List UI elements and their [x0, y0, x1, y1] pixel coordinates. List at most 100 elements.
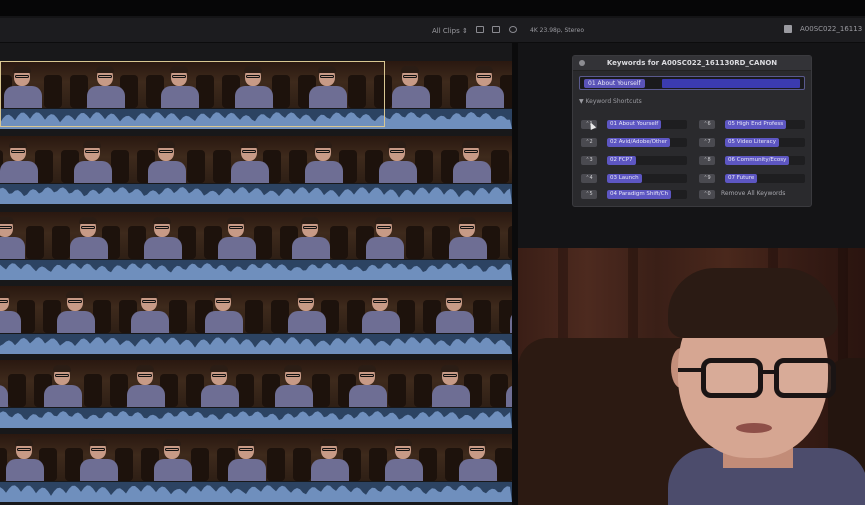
clip-thumbnail[interactable] — [370, 61, 446, 108]
clip-thumbnail[interactable] — [142, 61, 218, 108]
clip-thumbnail[interactable] — [352, 212, 428, 259]
shortcut-key: ⌃8 — [699, 156, 715, 165]
keyword-field[interactable]: 01 About Yourself — [579, 76, 805, 90]
shortcut-keyword-label: 04 Paradigm Shift/Ch — [607, 190, 672, 199]
clip-thumbnail[interactable] — [441, 434, 512, 481]
clip-thumbnail[interactable] — [137, 434, 213, 481]
shortcut-slot[interactable]: 06 Community/Ecosy — [725, 156, 805, 165]
clip-thumbnail[interactable] — [495, 286, 512, 333]
clip-thumbnail[interactable] — [213, 434, 289, 481]
filmstrip[interactable] — [0, 434, 512, 481]
audio-waveform — [0, 482, 512, 502]
keyword-shortcut-row[interactable]: ⌃7 05 Video Literacy — [699, 138, 809, 148]
shortcut-slot[interactable]: 04 Paradigm Shift/Ch — [607, 190, 687, 199]
clip-thumbnail[interactable] — [343, 286, 419, 333]
keyword-shortcut-row[interactable]: ⌃2 02 Avid/Adobe/Other — [581, 138, 691, 148]
clip-filmstrip-row[interactable] — [0, 360, 512, 432]
clip-thumbnail[interactable] — [191, 286, 267, 333]
clip-thumbnail[interactable] — [289, 434, 365, 481]
keyword-shortcut-row[interactable]: ⌃3 02 FCP7 — [581, 156, 691, 166]
audio-waveform — [0, 260, 512, 280]
keyword-token[interactable]: 01 About Yourself — [584, 79, 645, 88]
keyword-shortcut-row[interactable]: ⌃8 06 Community/Ecosy — [699, 156, 809, 166]
remove-all-keywords-button[interactable]: Remove All Keywords — [721, 190, 785, 197]
keyword-shortcut-row[interactable]: ⌃4 03 Launch — [581, 174, 691, 184]
clip-thumbnail[interactable] — [182, 360, 258, 407]
filmstrip[interactable] — [0, 286, 512, 333]
clip-thumbnail[interactable] — [66, 61, 142, 108]
viewer[interactable] — [518, 248, 865, 505]
clip-thumbnail[interactable] — [419, 286, 495, 333]
shortcut-keyword-label: 01 About Yourself — [607, 120, 662, 129]
shortcut-slot[interactable]: 02 FCP7 — [607, 156, 687, 165]
clip-thumbnail[interactable] — [0, 434, 61, 481]
clip-thumbnail[interactable] — [294, 61, 370, 108]
keyword-shortcut-row[interactable]: ⌃1 01 About Yourself — [581, 120, 691, 130]
clip-thumbnail[interactable] — [0, 360, 30, 407]
clip-thumbnail[interactable] — [124, 212, 200, 259]
shortcut-slot[interactable]: 02 Avid/Adobe/Other — [607, 138, 687, 147]
clip-appearance-icon[interactable] — [492, 26, 500, 33]
clip-thumbnail[interactable] — [0, 136, 57, 183]
filmstrip[interactable] — [0, 360, 512, 407]
clip-thumbnail[interactable] — [209, 136, 285, 183]
clip-thumbnail[interactable] — [48, 212, 124, 259]
audio-waveform — [0, 334, 512, 354]
keyword-field-selection — [662, 79, 800, 88]
clip-thumbnail[interactable] — [365, 434, 441, 481]
viewer-clip-name: A00SC022_16113 — [800, 25, 863, 33]
clip-thumbnail[interactable] — [218, 61, 294, 108]
shortcut-keyword-label: 07 Future — [725, 174, 758, 183]
clip-thumbnail[interactable] — [115, 286, 191, 333]
clip-thumbnail[interactable] — [446, 61, 512, 108]
clip-thumbnail[interactable] — [285, 136, 361, 183]
clip-thumbnail[interactable] — [437, 136, 512, 183]
clip-thumbnail[interactable] — [133, 136, 209, 183]
clip-thumbnail[interactable] — [39, 286, 115, 333]
clip-filmstrip-row[interactable] — [0, 61, 512, 133]
audio-waveform — [0, 408, 512, 428]
clip-filmstrip-row[interactable] — [0, 434, 512, 505]
clip-filter-popup[interactable]: All Clips ⇕ — [432, 27, 468, 35]
event-browser[interactable] — [0, 43, 512, 505]
clip-thumbnail[interactable] — [0, 286, 39, 333]
clip-thumbnail[interactable] — [504, 212, 512, 259]
clip-thumbnail[interactable] — [0, 212, 48, 259]
filmstrip-view-icon[interactable] — [476, 26, 484, 33]
clip-thumbnail[interactable] — [106, 360, 182, 407]
clip-thumbnail[interactable] — [428, 212, 504, 259]
keyword-editor-titlebar: Keywords for A00SC022_161130RD_CANON — [573, 56, 811, 71]
filmstrip[interactable] — [0, 212, 512, 259]
keyword-shortcuts-disclosure[interactable]: ▼ Keyword Shortcuts — [579, 98, 642, 105]
keyword-shortcut-row[interactable]: ⌃9 07 Future — [699, 174, 809, 184]
shortcut-slot[interactable]: 07 Future — [725, 174, 805, 183]
keyword-shortcut-row[interactable]: ⌃6 05 High End Profess — [699, 120, 809, 130]
filmstrip[interactable] — [0, 61, 512, 108]
clip-thumbnail[interactable] — [361, 136, 437, 183]
clip-thumbnail[interactable] — [258, 360, 334, 407]
clip-thumbnail[interactable] — [30, 360, 106, 407]
clip-thumbnail[interactable] — [0, 61, 66, 108]
clip-filmstrip-row[interactable] — [0, 136, 512, 208]
filmstrip[interactable] — [0, 136, 512, 183]
glasses-lens-right — [774, 358, 836, 398]
shortcut-key-remove[interactable]: ⌃0 — [699, 190, 715, 199]
clip-thumbnail[interactable] — [200, 212, 276, 259]
shortcut-slot[interactable]: 05 High End Profess — [725, 120, 805, 129]
clip-filmstrip-row[interactable] — [0, 286, 512, 358]
inspector-icon[interactable] — [784, 25, 792, 33]
clip-thumbnail[interactable] — [334, 360, 410, 407]
keyword-shortcut-row[interactable]: ⌃5 04 Paradigm Shift/Ch — [581, 190, 691, 200]
search-icon[interactable] — [509, 26, 517, 33]
shortcut-slot[interactable]: 03 Launch — [607, 174, 687, 183]
clip-thumbnail[interactable] — [267, 286, 343, 333]
clip-filmstrip-row[interactable] — [0, 212, 512, 284]
clip-thumbnail[interactable] — [57, 136, 133, 183]
clip-thumbnail[interactable] — [486, 360, 512, 407]
shortcut-slot[interactable]: 05 Video Literacy — [725, 138, 805, 147]
clip-thumbnail[interactable] — [410, 360, 486, 407]
shortcut-slot[interactable]: 01 About Yourself — [607, 120, 687, 129]
keyword-editor-title: Keywords for A00SC022_161130RD_CANON — [606, 59, 778, 67]
clip-thumbnail[interactable] — [276, 212, 352, 259]
clip-thumbnail[interactable] — [61, 434, 137, 481]
